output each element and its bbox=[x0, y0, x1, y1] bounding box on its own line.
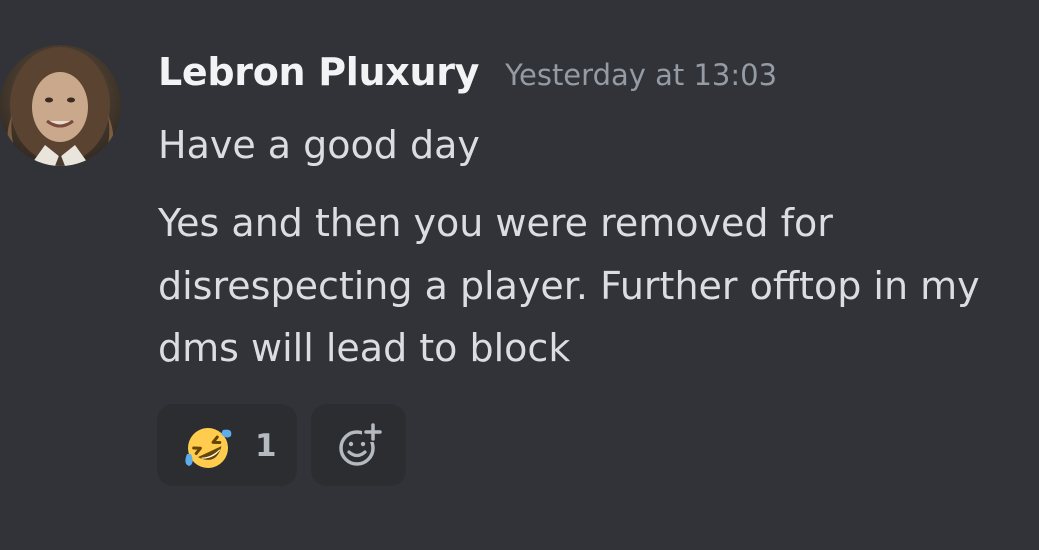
rolling-on-floor-laughing-emoji-icon bbox=[183, 424, 233, 470]
message-header: Lebron Pluxury Yesterday at 13:03 bbox=[158, 50, 777, 106]
message-text-line: dms will lead to block bbox=[158, 326, 571, 370]
message-text-line: Have a good day bbox=[158, 123, 480, 167]
reaction-count: 1 bbox=[255, 428, 277, 464]
username[interactable]: Lebron Pluxury bbox=[158, 50, 479, 94]
message-timestamp: Yesterday at 13:03 bbox=[505, 58, 778, 92]
smiley-plus-icon bbox=[339, 423, 382, 466]
avatar[interactable] bbox=[0, 45, 121, 166]
reaction-button[interactable]: 1 bbox=[157, 404, 297, 486]
message-text-line: disrespecting a player. Further offtop i… bbox=[158, 264, 980, 308]
message-text-line: Yes and then you were removed for bbox=[158, 201, 833, 245]
add-reaction-button[interactable] bbox=[311, 404, 406, 486]
chat-message: Lebron Pluxury Yesterday at 13:03 Have a… bbox=[0, 0, 1039, 550]
